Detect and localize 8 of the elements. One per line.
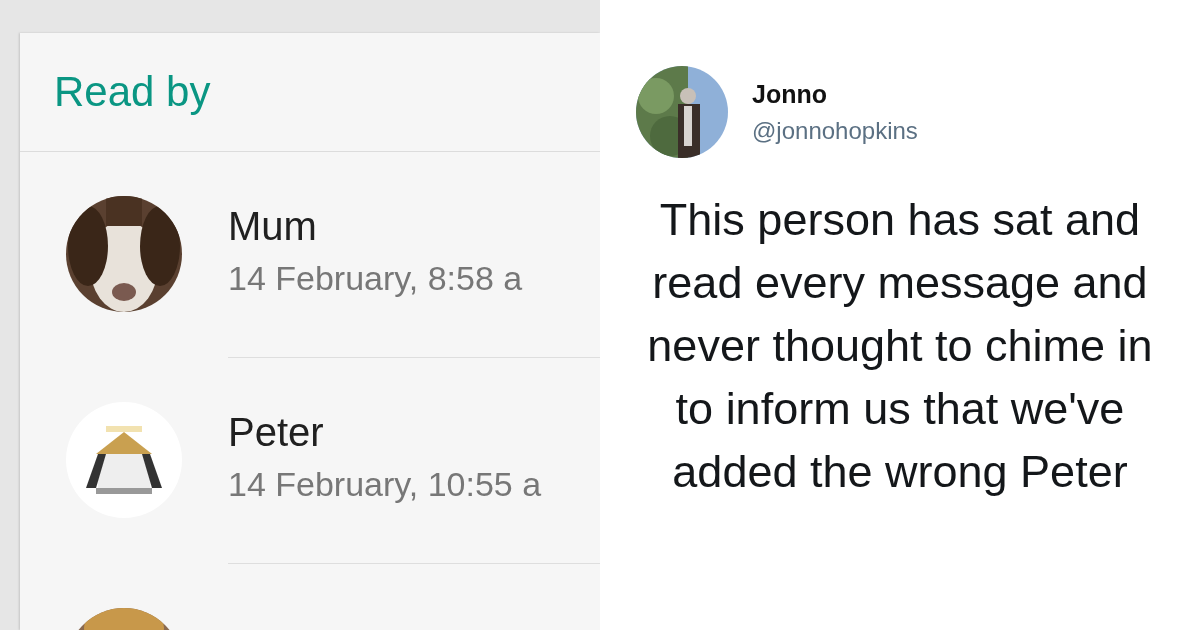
read-time: 14 February, 8:58 a — [228, 259, 524, 298]
read-time: 14 February, 10:55 a — [228, 465, 543, 504]
contact-name: Mum — [228, 204, 318, 249]
contact-name: Peter — [228, 410, 325, 455]
panel-title: Read by — [54, 68, 211, 116]
author-name: Jonno — [752, 79, 828, 109]
author-handle: @jonnohopkins — [752, 116, 918, 145]
tweet-text: This person has sat and read every message and never thought to chime in to inform us that we've added the wrong Peter — [646, 193, 1154, 499]
